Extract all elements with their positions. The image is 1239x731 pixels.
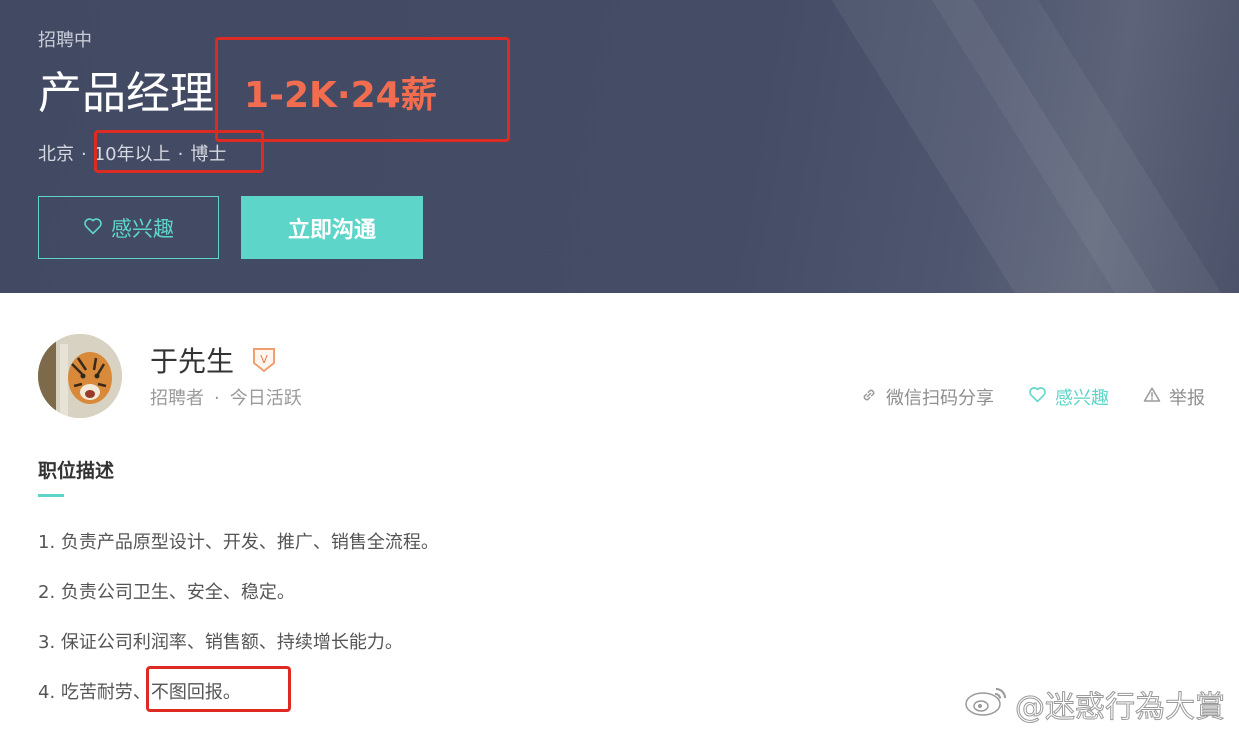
job-actions: 微信扫码分享 感兴趣 举报 (860, 384, 1205, 410)
report-label: 举报 (1169, 388, 1205, 409)
job-title: 产品经理 (38, 68, 214, 119)
job-city: 北京 (38, 144, 74, 165)
report-action[interactable]: 举报 (1143, 384, 1205, 410)
share-wechat-label: 微信扫码分享 (886, 388, 994, 409)
interest-action-label: 感兴趣 (1055, 388, 1109, 409)
chat-now-button-label: 立即沟通 (287, 217, 376, 243)
section-title-underline (38, 494, 64, 497)
recruiter-activity: 今日活跃 (229, 388, 302, 409)
chat-now-button[interactable]: 立即沟通 (241, 196, 423, 259)
description-item: 1. 负责产品原型设计、开发、推广、销售全流程。 (38, 532, 439, 553)
interest-action[interactable]: 感兴趣 (1028, 384, 1109, 410)
watermark-text: @迷惑行為大賞 (1015, 690, 1226, 726)
warning-triangle-icon (1143, 386, 1161, 409)
section-title-job-description: 职位描述 (38, 460, 115, 482)
meta-separator: · (81, 144, 87, 165)
tiger-avatar-image (38, 334, 122, 418)
recruiter-name: 于先生 (150, 345, 235, 378)
watermark: @迷惑行為大賞 (963, 682, 1226, 726)
link-icon (860, 386, 878, 409)
job-status: 招聘中 (38, 30, 92, 51)
interest-button-label: 感兴趣 (111, 216, 174, 241)
recruiter-separator: · (214, 388, 220, 409)
verified-badge-letter: V (260, 353, 268, 366)
heart-outline-icon (83, 216, 103, 240)
heart-outline-icon (1028, 386, 1047, 408)
verified-badge-icon: V (252, 347, 276, 373)
avatar[interactable] (38, 334, 122, 418)
annotation-box-no-reward (146, 666, 291, 712)
interest-button[interactable]: 感兴趣 (38, 196, 219, 259)
annotation-box-salary (215, 37, 510, 142)
recruiter-role: 招聘者 (150, 388, 204, 409)
recruiter-info: 招聘者 · 今日活跃 (150, 384, 302, 410)
annotation-box-experience (94, 130, 264, 173)
description-item: 2. 负责公司卫生、安全、稳定。 (38, 582, 295, 603)
weibo-logo-icon (963, 683, 1009, 725)
share-wechat-action[interactable]: 微信扫码分享 (860, 384, 994, 410)
description-item: 3. 保证公司利润率、销售额、持续增长能力。 (38, 632, 403, 653)
